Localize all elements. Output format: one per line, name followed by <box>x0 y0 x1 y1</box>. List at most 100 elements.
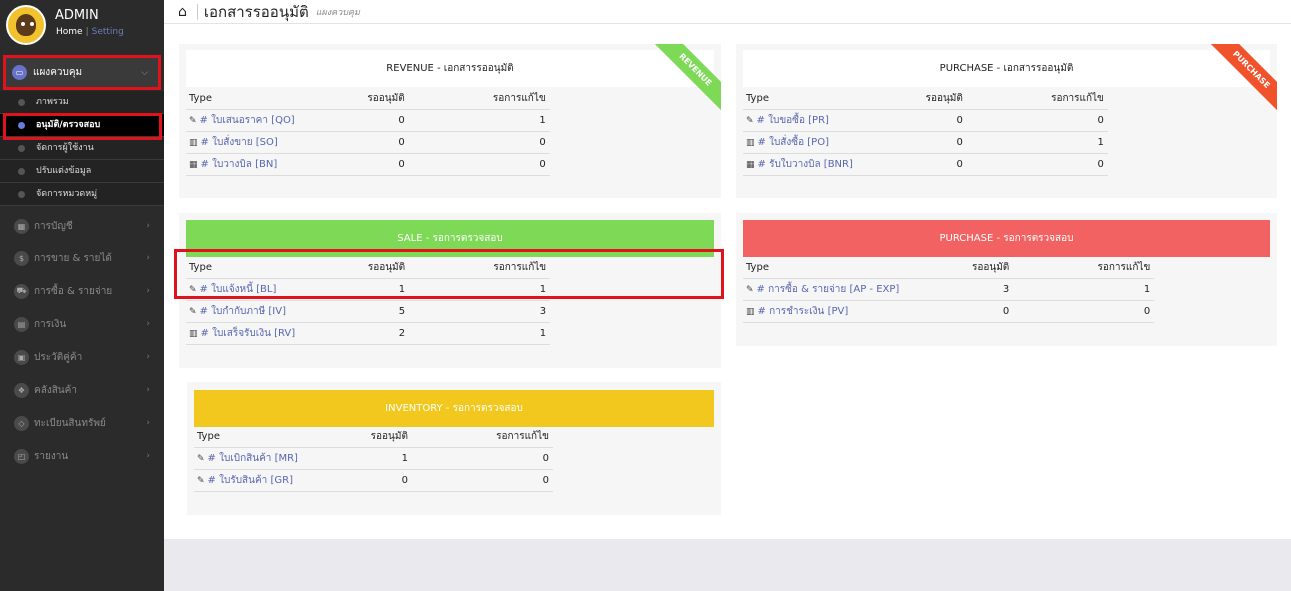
col-fix: รอการแก้ไข <box>1009 258 1155 279</box>
doc-link[interactable]: ✎ # ใบเสนอราคา [QO] <box>186 109 295 132</box>
sidebar-item-assets[interactable]: ◇ ทะเบียนสินทรัพย์ › <box>0 408 164 438</box>
inventory-card: INVENTORY - รอการตรวจสอบ Type รออนุมัติ … <box>187 382 721 515</box>
col-type: Type <box>743 89 853 110</box>
sidebar-item-dashboard[interactable]: ▭ แผงควบคุม ⌵ <box>3 55 161 90</box>
col-pending: รออนุมัติ <box>294 89 405 110</box>
doc-link[interactable]: ▥ # ใบสั่งซื้อ [PO] <box>743 131 853 154</box>
table-row: ▥ # ใบเสร็จรับเงิน [RV] 2 1 <box>186 322 551 345</box>
pending-count: 2 <box>295 322 406 345</box>
doc-link[interactable]: ✎ # ใบเบิกสินค้า [MR] <box>194 447 298 470</box>
edit-icon: ✎ <box>197 475 205 486</box>
sidebar-item-purchase[interactable]: ⛟ การซื้อ & รายจ่าย › <box>0 276 164 306</box>
card-title: PURCHASE - เอกสารรออนุมัติ <box>743 50 1270 87</box>
avatar[interactable] <box>6 5 46 45</box>
doc-label: # ใบวางบิล [BN] <box>200 158 278 170</box>
purchase-approve-card: PURCHASE - เอกสารรออนุมัติ PURCHASE Type… <box>736 44 1277 198</box>
doc-link[interactable]: ▥ # ใบเสร็จรับเงิน [RV] <box>186 322 296 345</box>
sidebar-item-finance[interactable]: ▤ การเงิน › <box>0 309 164 339</box>
submenu-item-overview[interactable]: ภาพรวม <box>0 91 164 114</box>
table-row: ▥ # การชำระเงิน [PV] 0 0 <box>743 300 1155 323</box>
chevron-right-icon: › <box>146 451 150 461</box>
doc-link[interactable]: ▦ # รับใบวางบิล [BNR] <box>743 153 853 176</box>
home-icon[interactable]: ⌂ <box>178 4 187 20</box>
fix-count: 3 <box>405 300 551 323</box>
pending-count: 1 <box>297 447 408 470</box>
chevron-right-icon: › <box>146 385 150 395</box>
submenu-item-settings[interactable]: ปรับแต่งข้อมูล <box>0 160 164 183</box>
page-title: เอกสารรออนุมัติ <box>203 2 309 21</box>
edit-icon: ✎ <box>189 306 197 317</box>
pending-count: 1 <box>295 278 406 301</box>
table-row: ✎ # ใบกำกับภาษี [IV] 5 3 <box>186 300 551 323</box>
calendar-icon: ▦ <box>189 159 198 170</box>
sidebar-item-sales[interactable]: $ การขาย & รายได้ › <box>0 243 164 273</box>
doc-link[interactable]: ▦ # ใบวางบิล [BN] <box>186 153 295 176</box>
doc-label: # ใบเบิกสินค้า [MR] <box>207 452 298 464</box>
doc-link[interactable]: ✎ # ใบรับสินค้า [GR] <box>194 469 298 492</box>
table-body: ✎ # ใบขอซื้อ [PR] 0 0 ▥ # ใบสั่งซื้อ [PO] 0 1 ▦ #… <box>743 109 1108 176</box>
col-pending: รออนุมัติ <box>899 258 1010 279</box>
doc-label: # การซื้อ & รายจ่าย [AP - EXP] <box>756 283 900 295</box>
sidebar-item-label: การเงิน <box>34 318 67 330</box>
table-body: ✎ # ใบเบิกสินค้า [MR] 1 0 ✎ # ใบรับสินค้า [GR… <box>194 447 553 492</box>
fix-count: 0 <box>962 109 1108 132</box>
page-subtitle: แผงควบคุม <box>315 7 360 18</box>
bar-chart-icon: ▥ <box>746 306 755 317</box>
doc-link[interactable]: ▥ # การชำระเงิน [PV] <box>743 300 900 323</box>
chevron-right-icon: › <box>146 418 150 428</box>
col-pending: รออนุมัติ <box>852 89 963 110</box>
table-body: ✎ # ใบเสนอราคา [QO] 0 1 ▥ # ใบสั่งขาย [SO] 0 0 ▦… <box>186 109 550 176</box>
edit-icon: ✎ <box>189 115 197 126</box>
table-row: ✎ # ใบแจ้งหนี้ [BL] 1 1 <box>186 278 551 301</box>
sidebar-item-label: การขาย & รายได้ <box>34 252 112 264</box>
edit-icon: ✎ <box>746 284 754 295</box>
doc-label: # ใบเสนอราคา [QO] <box>199 114 295 126</box>
pending-count: 0 <box>852 153 963 176</box>
table-row: ✎ # ใบรับสินค้า [GR] 0 0 <box>194 469 553 492</box>
sidebar-item-reports[interactable]: ◰ รายงาน › <box>0 441 164 471</box>
sale-card: SALE - รอการตรวจสอบ Type รออนุมัติ รอการ… <box>179 213 721 368</box>
revenue-card: REVENUE - เอกสารรออนุมัติ REVENUE Type ร… <box>179 44 721 198</box>
fix-count: 0 <box>1009 300 1155 323</box>
sidebar-item-label: แผงควบคุม <box>33 67 83 78</box>
submenu-item-users[interactable]: จัดการผู้ใช้งาน <box>0 137 164 160</box>
doc-label: # ใบสั่งซื้อ [PO] <box>757 136 829 148</box>
edit-icon: ✎ <box>189 284 197 295</box>
doc-link[interactable]: ✎ # ใบขอซื้อ [PR] <box>743 109 853 132</box>
col-type: Type <box>186 89 295 110</box>
sidebar-item-inventory[interactable]: ❖ คลังสินค้า › <box>0 375 164 405</box>
page-header: ⌂ เอกสารรออนุมัติ แผงควบคุม <box>164 0 1291 24</box>
doc-link[interactable]: ✎ # ใบแจ้งหนี้ [BL] <box>186 278 296 301</box>
sidebar-item-partners[interactable]: ▣ ประวัติคู่ค้า › <box>0 342 164 372</box>
doc-label: # รับใบวางบิล [BNR] <box>757 158 853 170</box>
sidebar-submenu: ภาพรวม อนุมัติ/ตรวจสอบ จัดการผู้ใช้งาน ป… <box>0 91 164 206</box>
pending-count: 0 <box>852 131 963 154</box>
table-body: ✎ # ใบแจ้งหนี้ [BL] 1 1 ✎ # ใบกำกับภาษี [IV] 5… <box>186 278 551 345</box>
sidebar: ADMIN Home | Setting ▭ แผงควบคุม ⌵ ภาพรวม … <box>0 0 164 591</box>
purchase-approve-table: Type รออนุมัติ รอการแก้ไข ✎ # ใบขอซื้อ [P… <box>743 89 1108 176</box>
col-pending: รออนุมัติ <box>295 258 406 279</box>
bar-chart-icon: ▥ <box>189 137 198 148</box>
sidebar-item-accounting[interactable]: ▦ การบัญชี › <box>0 211 164 241</box>
doc-link[interactable]: ▥ # ใบสั่งขาย [SO] <box>186 131 295 154</box>
submenu-item-categories[interactable]: จัดการหมวดหมู่ <box>0 183 164 206</box>
col-fix: รอการแก้ไข <box>407 427 553 448</box>
sidebar-item-label: รายงาน <box>34 450 69 462</box>
cart-icon: ⛟ <box>14 283 29 299</box>
doc-label: # การชำระเงิน [PV] <box>757 305 849 317</box>
home-link[interactable]: Home <box>56 27 83 37</box>
sidebar-item-label: การซื้อ & รายจ่าย <box>34 285 113 297</box>
setting-link[interactable]: Setting <box>92 27 124 37</box>
profile: ADMIN Home | Setting <box>0 0 164 50</box>
submenu-item-approve[interactable]: อนุมัติ/ตรวจสอบ <box>0 114 164 137</box>
bar-chart-icon: ▥ <box>189 328 198 339</box>
doc-link[interactable]: ✎ # การซื้อ & รายจ่าย [AP - EXP] <box>743 278 900 301</box>
card-title: PURCHASE - รอการตรวจสอบ <box>743 220 1270 257</box>
doc-link[interactable]: ✎ # ใบกำกับภาษี [IV] <box>186 300 296 323</box>
pending-count: 0 <box>297 469 408 492</box>
fix-count: 0 <box>407 469 553 492</box>
revenue-table: Type รออนุมัติ รอการแก้ไข ✎ # ใบเสนอราคา … <box>186 89 550 176</box>
username: ADMIN <box>55 8 99 23</box>
diamond-icon: ◇ <box>14 415 29 431</box>
sale-table: Type รออนุมัติ รอการแก้ไข ✎ # ใบแจ้งหนี้ … <box>186 258 551 345</box>
